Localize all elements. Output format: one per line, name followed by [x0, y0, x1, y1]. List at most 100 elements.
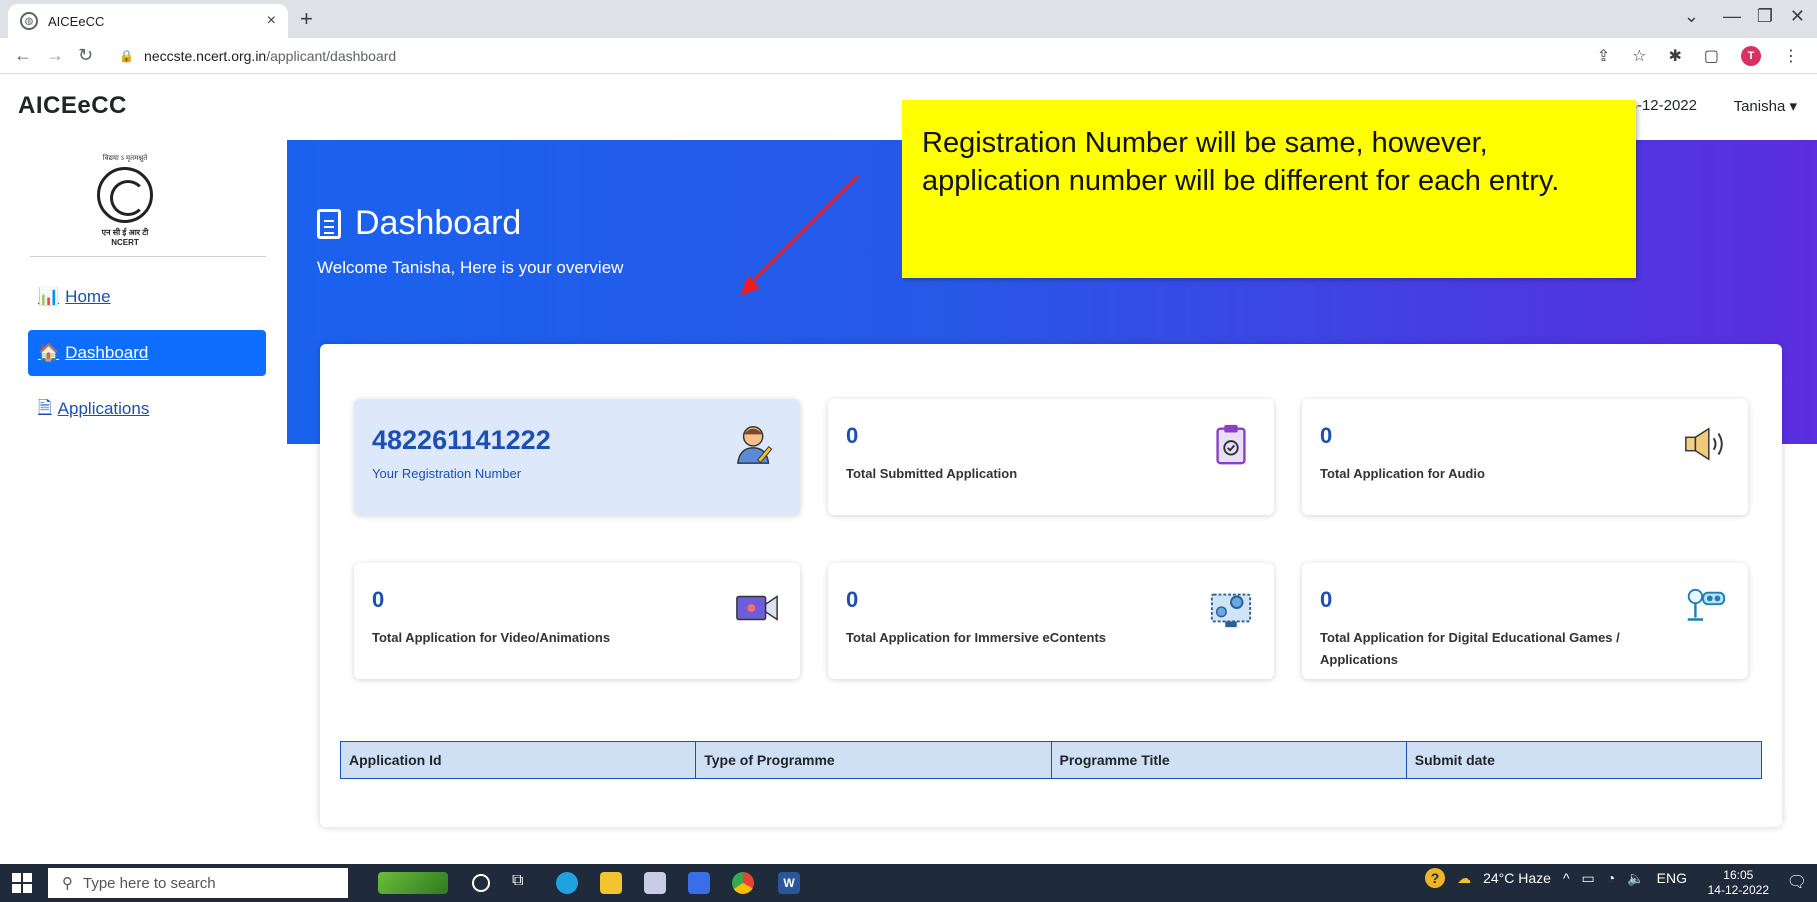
- volume-icon[interactable]: 🔈: [1627, 870, 1644, 887]
- tab-close-icon[interactable]: ×: [267, 12, 276, 30]
- sidebar-item-dashboard[interactable]: 🏠 Dashboard: [28, 330, 266, 376]
- network-icon[interactable]: ◔: [1607, 870, 1615, 886]
- user-name: Tanisha: [1733, 98, 1786, 115]
- bamboo-wallpaper-icon[interactable]: [378, 872, 448, 894]
- help-icon[interactable]: ?: [1425, 868, 1446, 888]
- sidebar-item-applications[interactable]: 🗎 Applications: [28, 386, 266, 432]
- stat-registration-number: 482261141222 Your Registration Number: [354, 399, 800, 515]
- weather-icon: ☁: [1457, 869, 1472, 886]
- stat-label: Total Application for Audio: [1320, 466, 1485, 481]
- stat-audio: 0 Total Application for Audio: [1302, 399, 1748, 515]
- person-writing-icon: [737, 426, 773, 464]
- taskbar-search[interactable]: ⚲ Type here to search: [48, 868, 348, 898]
- profile-avatar[interactable]: T: [1741, 46, 1761, 66]
- tray-chevron-icon[interactable]: ^: [1563, 870, 1570, 886]
- new-tab-button[interactable]: +: [300, 6, 313, 32]
- sidebar-item-label: Dashboard: [65, 343, 149, 362]
- stat-total-submitted: 0 Total Submitted Application: [828, 399, 1274, 515]
- cortana-icon[interactable]: [472, 874, 490, 892]
- ncert-logo: विद्यया ऽ मृतमश्नुते एन सी ई आर टी NCERT: [80, 154, 170, 254]
- column-header[interactable]: Application Id: [341, 742, 697, 778]
- task-view-icon[interactable]: ⧉: [512, 872, 534, 894]
- clock-date: 14-12-2022: [1707, 883, 1769, 897]
- page-title: Dashboard: [317, 204, 521, 243]
- menu-kebab-icon[interactable]: ⋮: [1783, 46, 1799, 66]
- reload-icon[interactable]: ↻: [78, 45, 93, 66]
- ncert-emblem-icon: [97, 167, 153, 223]
- column-header[interactable]: Submit date: [1407, 742, 1761, 778]
- stat-video-animations: 0 Total Application for Video/Animations: [354, 563, 800, 679]
- sidebar-item-label: Applications: [57, 399, 150, 418]
- stat-label: Total Application for Immersive eContent…: [846, 630, 1107, 645]
- sidebar: विद्यया ऽ मृतमश्नुते एन सी ई आर टी NCERT…: [0, 140, 287, 864]
- caret-down-icon: ▾: [1789, 98, 1797, 115]
- url-field[interactable]: neccste.ncert.org.in/applicant/dashboard: [144, 48, 396, 64]
- lock-icon[interactable]: 🔒: [119, 49, 134, 63]
- speaker-icon: [1685, 427, 1723, 461]
- video-camera-icon: [736, 595, 778, 621]
- vr-headset-icon: [1687, 588, 1726, 621]
- word-icon[interactable]: W: [778, 872, 800, 894]
- welcome-text: Welcome Tanisha, Here is your overview: [317, 258, 624, 277]
- restore-icon[interactable]: ❐: [1757, 6, 1773, 27]
- forward-arrow-icon[interactable]: →: [46, 45, 64, 66]
- app-icon[interactable]: [644, 872, 666, 894]
- annotation-callout: Registration Number will be same, howeve…: [902, 100, 1636, 278]
- logo-english-text: NCERT: [111, 238, 139, 247]
- share-icon[interactable]: ⇪: [1597, 46, 1610, 66]
- applications-table-header: Application Id Type of Programme Program…: [340, 741, 1762, 779]
- monitor-gear-icon: [1210, 593, 1252, 628]
- stat-label: Your Registration Number: [372, 466, 522, 481]
- edge-browser-icon[interactable]: [556, 872, 578, 894]
- windows-start-icon[interactable]: [12, 873, 32, 893]
- sidebar-item-home[interactable]: 📊 Home: [28, 274, 266, 320]
- browser-tab-strip: ◍ AICEeCC × + ⌄ — ❐ ✕: [0, 0, 1817, 38]
- system-tray: ? ☁ 24°C Haze ^ ▭ ◔ 🔈 ENG: [1425, 868, 1687, 888]
- clock-time: 16:05: [1723, 868, 1754, 882]
- stat-digital-games: 0 Total Application for Digital Educatio…: [1302, 563, 1748, 679]
- taskbar-clock[interactable]: 16:05 14-12-2022: [1708, 868, 1769, 898]
- window-close-icon[interactable]: ✕: [1790, 6, 1805, 27]
- overview-card: 482261141222 Your Registration Number 0 …: [320, 344, 1782, 827]
- document-icon: [317, 208, 341, 239]
- column-header[interactable]: Programme Title: [1052, 742, 1407, 778]
- battery-icon[interactable]: ▭: [1582, 870, 1595, 887]
- url-path: /applicant/dashboard: [266, 47, 397, 64]
- sidebar-item-label: Home: [65, 287, 111, 306]
- clipboard-icon: [1216, 424, 1246, 465]
- logo-hindi-text: एन सी ई आर टी: [101, 228, 149, 237]
- app-icon-2[interactable]: [688, 872, 710, 894]
- back-arrow-icon[interactable]: ←: [14, 45, 32, 66]
- user-menu[interactable]: Tanisha ▾: [1734, 97, 1797, 115]
- logo-motto: विद्यया ऽ मृतमश्नुते: [102, 155, 148, 162]
- file-icon: 🗎: [38, 397, 52, 417]
- file-explorer-icon[interactable]: [600, 872, 622, 894]
- notification-icon[interactable]: 🗨: [1787, 872, 1807, 892]
- browser-tab[interactable]: ◍ AICEeCC ×: [8, 4, 288, 38]
- language-indicator[interactable]: ENG: [1657, 870, 1687, 886]
- chrome-icon[interactable]: [732, 872, 754, 894]
- bookmark-star-icon[interactable]: ☆: [1632, 46, 1646, 66]
- stat-label: Total Submitted Application: [846, 466, 1018, 481]
- search-placeholder: Type here to search: [83, 874, 216, 892]
- stat-label: Total Application for Digital Educationa…: [1320, 630, 1620, 667]
- stat-value: 0: [1320, 587, 1333, 612]
- stat-value: 482261141222: [372, 425, 551, 455]
- stat-value: 0: [372, 587, 385, 612]
- side-panel-icon[interactable]: ▢: [1704, 46, 1719, 66]
- search-icon: ⚲: [62, 875, 73, 892]
- minimize-icon[interactable]: —: [1723, 6, 1741, 27]
- url-host: neccste.ncert.org.in: [144, 47, 267, 64]
- stat-label: Total Application for Video/Animations: [372, 630, 611, 645]
- tab-search-chevron-icon[interactable]: ⌄: [1684, 6, 1699, 27]
- column-header[interactable]: Type of Programme: [696, 742, 1052, 778]
- brand-title[interactable]: AICEeCC: [18, 92, 127, 120]
- chart-icon: 📊: [38, 287, 60, 306]
- stat-value: 0: [846, 423, 859, 448]
- stat-value: 0: [1320, 423, 1333, 448]
- windows-taskbar: ⚲ Type here to search ⧉ W ? ☁ 24°C Haze …: [0, 864, 1817, 902]
- stat-value: 0: [846, 587, 859, 612]
- globe-icon: ◍: [20, 12, 38, 30]
- extensions-icon[interactable]: ✱: [1668, 46, 1681, 66]
- weather-text[interactable]: 24°C Haze: [1483, 870, 1551, 886]
